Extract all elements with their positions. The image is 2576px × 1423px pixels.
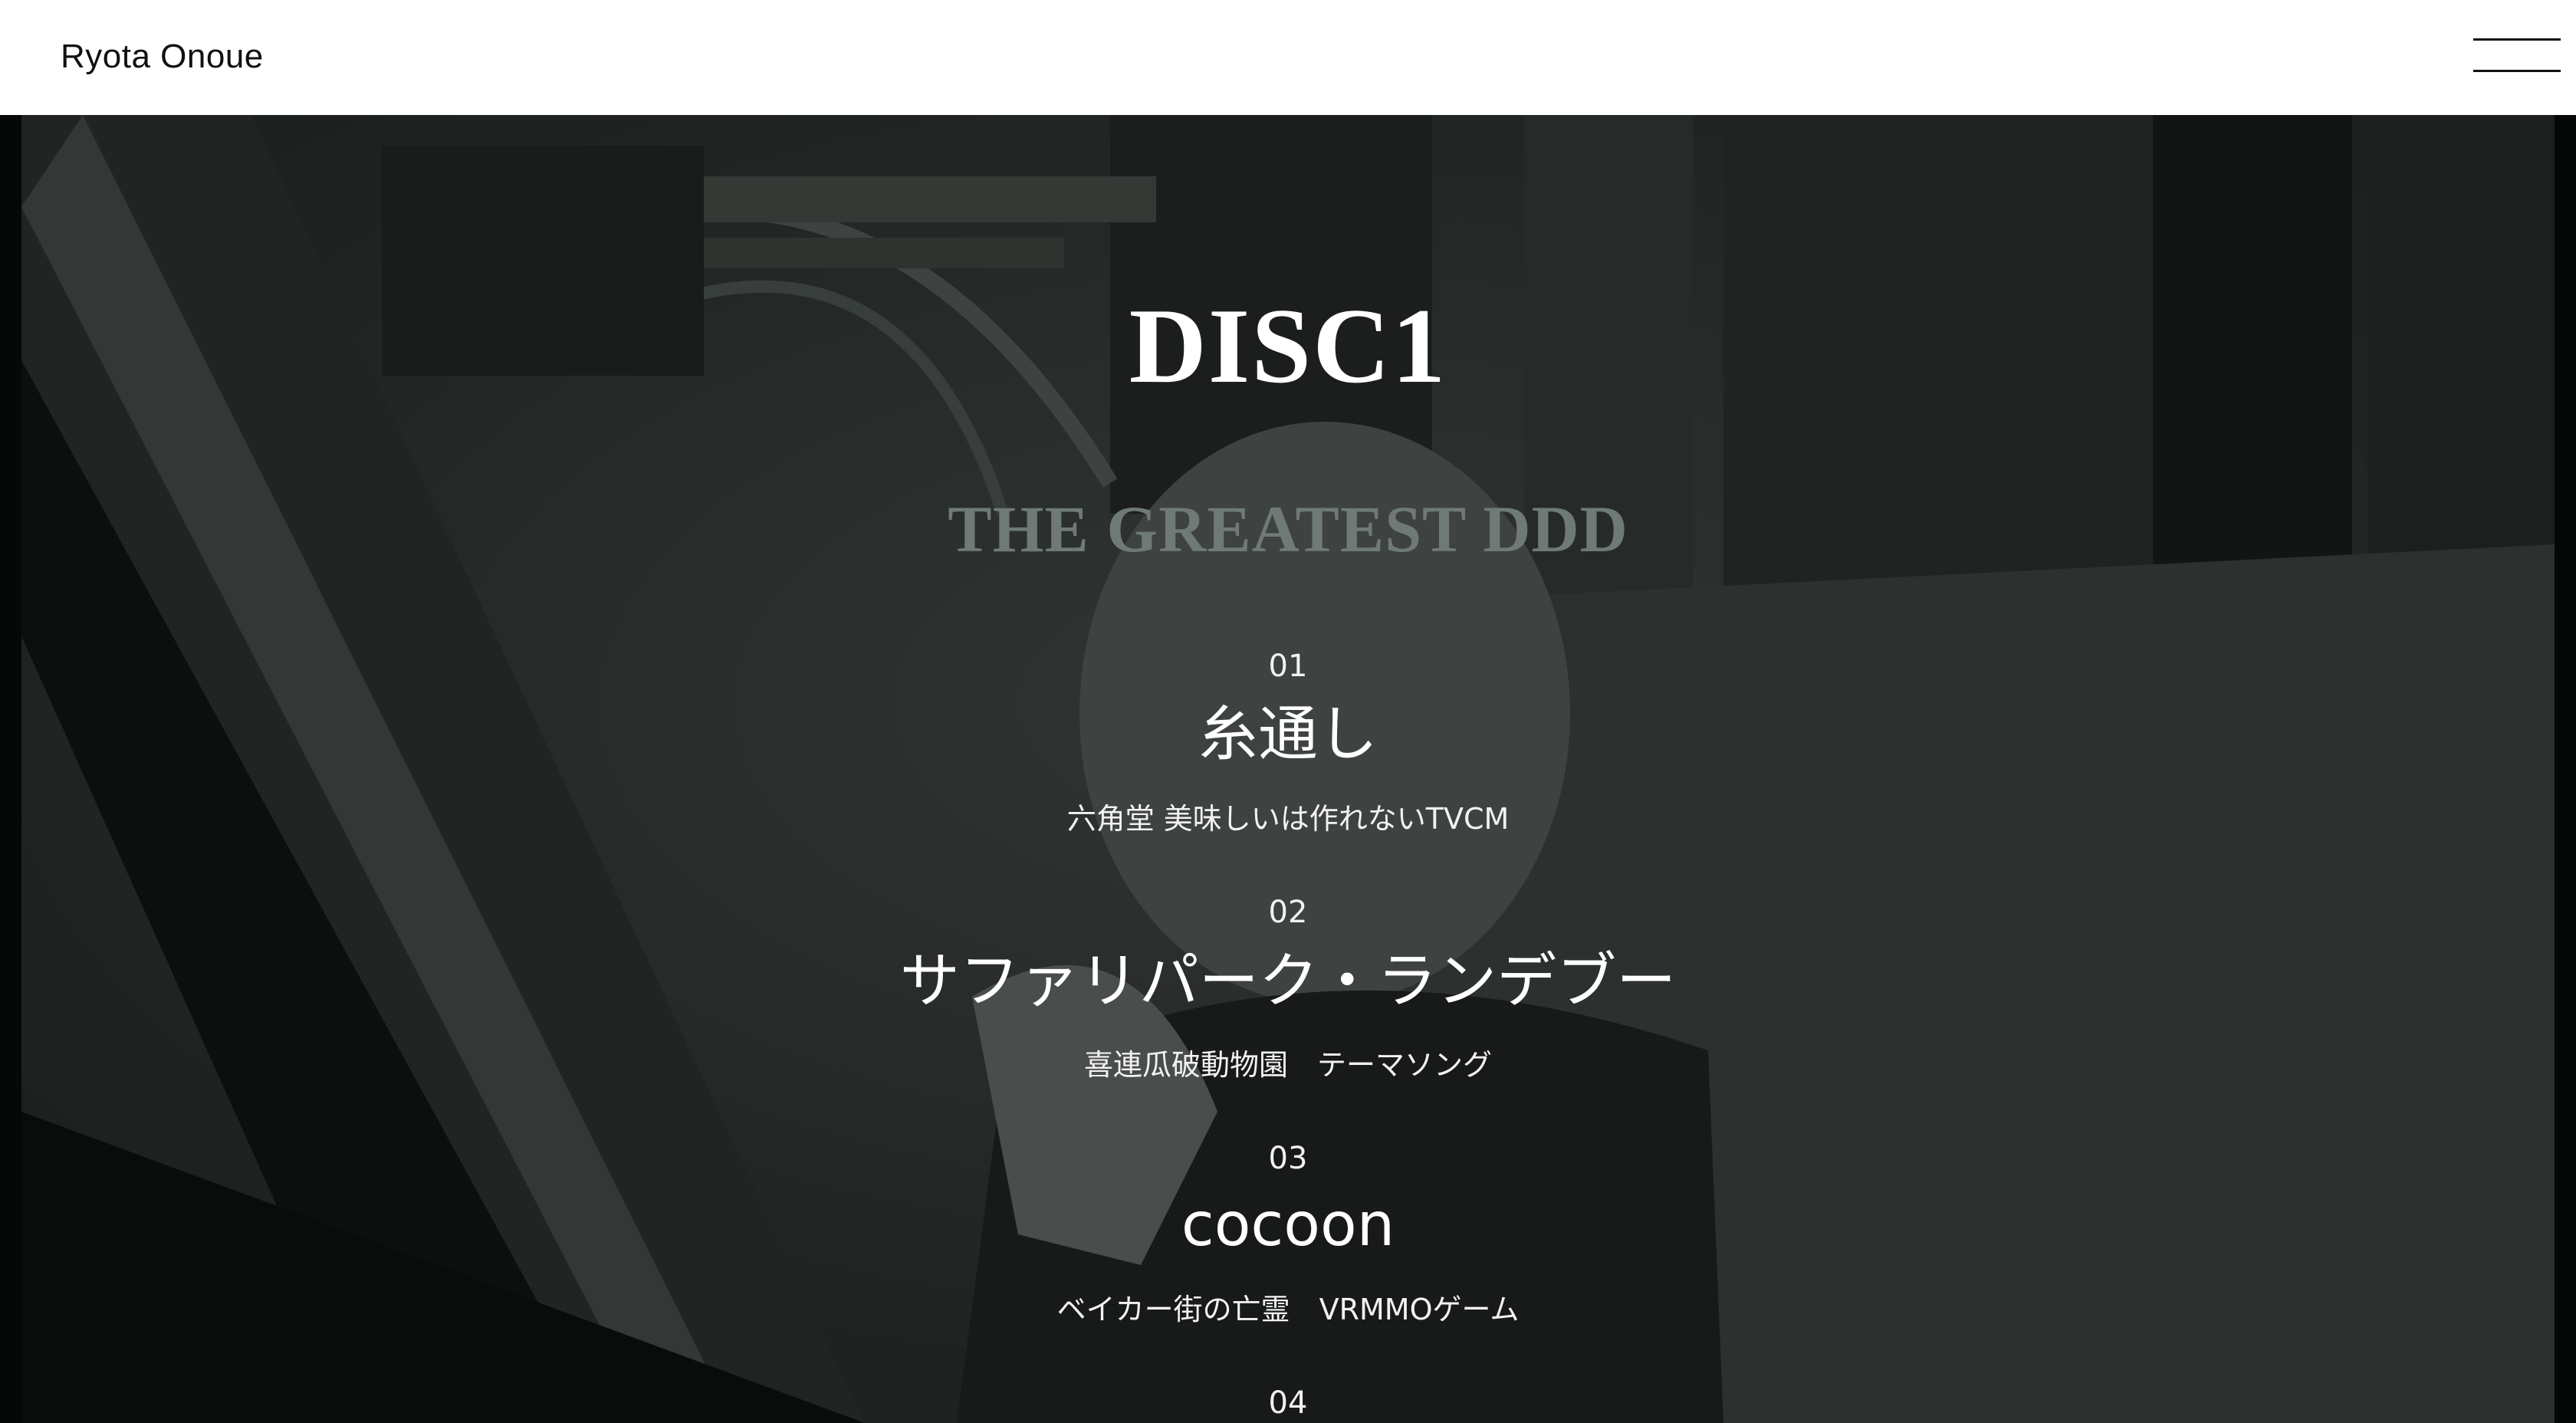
track-title: cocoon xyxy=(1181,1191,1395,1260)
hero-section: DISC1 THE GREATEST DDD 01 糸通し 六角堂 美味しいは作… xyxy=(0,115,2576,1423)
menu-bar-bottom xyxy=(2473,70,2561,72)
track-list: DISC1 THE GREATEST DDD 01 糸通し 六角堂 美味しいは作… xyxy=(0,115,2576,1423)
site-header: Ryota Onoue xyxy=(0,0,2576,115)
track-number: 03 xyxy=(1268,1141,1308,1176)
hamburger-menu-icon[interactable] xyxy=(2473,34,2561,75)
menu-bar-top xyxy=(2473,38,2561,41)
track-title: 糸通し xyxy=(1198,700,1378,769)
track-subtitle: ベイカー街の亡霊 VRMMOゲーム xyxy=(1056,1293,1520,1326)
album-title: THE GREATEST DDD xyxy=(948,492,1628,566)
track-title: サファリパーク・ランデブー xyxy=(899,947,1677,1016)
disc-title: DISC1 xyxy=(1129,287,1447,406)
track-number: 01 xyxy=(1268,649,1308,684)
track-subtitle: 喜連瓜破動物園 テーマソング xyxy=(1083,1048,1492,1082)
track-number: 02 xyxy=(1268,895,1308,930)
track-number: 04 xyxy=(1268,1385,1308,1421)
site-title[interactable]: Ryota Onoue xyxy=(61,35,264,78)
track-subtitle: 六角堂 美味しいは作れないTVCM xyxy=(1066,802,1510,836)
